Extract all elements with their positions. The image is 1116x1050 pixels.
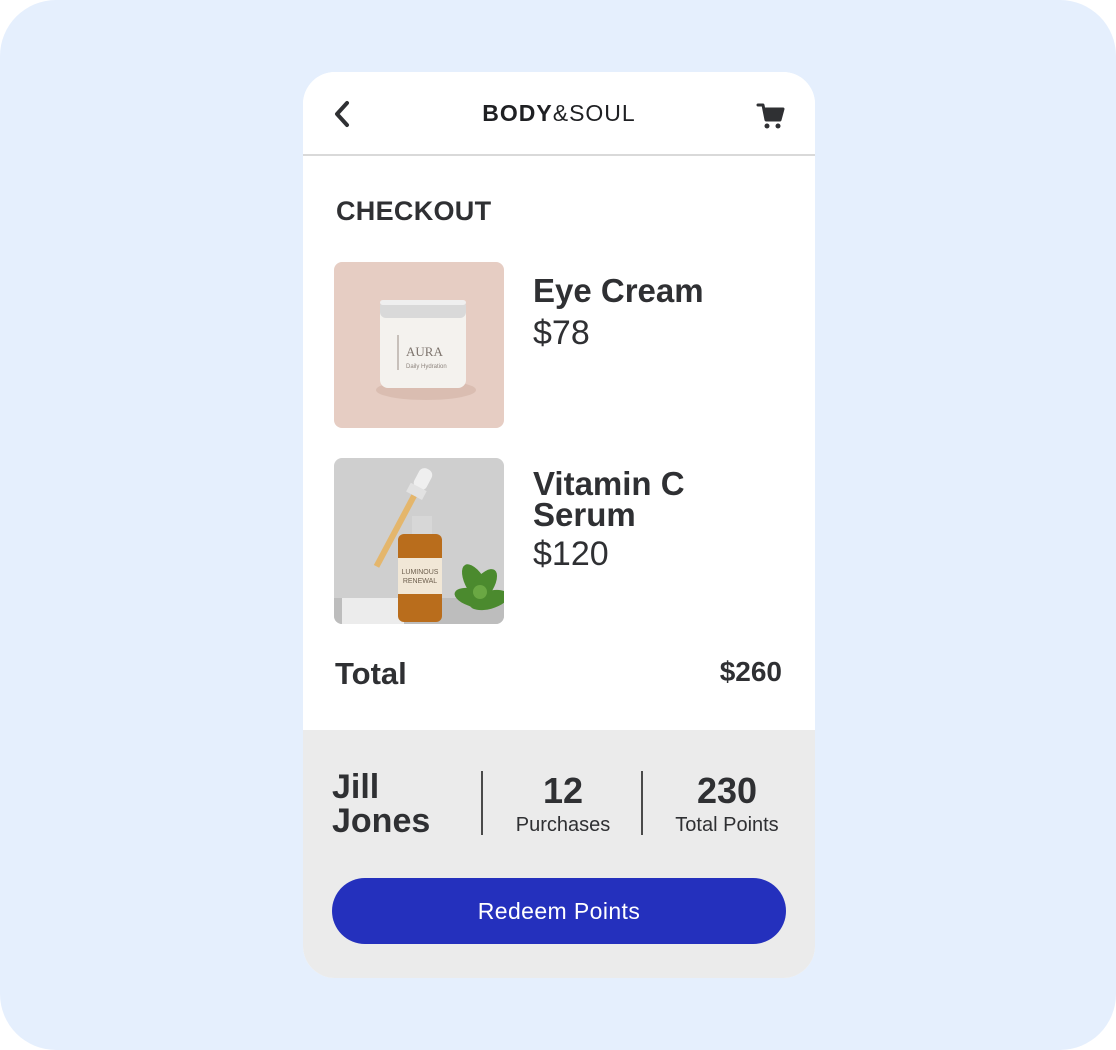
eye-cream-image[interactable]: AURA Daily Hydration	[334, 262, 504, 428]
user-name: Jill Jones	[332, 768, 431, 840]
item-price-eye-cream: $78	[533, 314, 590, 352]
brand-logo-light: &SOUL	[552, 100, 636, 126]
bottle-label-2: RENEWAL	[403, 578, 437, 585]
item-price-vitamin-c-serum: $120	[533, 535, 609, 573]
stat-divider	[481, 771, 483, 835]
purchases-count: 12	[542, 770, 584, 811]
item-name-vitamin-c-serum[interactable]: Vitamin C Serum	[533, 467, 793, 531]
points-stat: 230 Total Points	[644, 772, 810, 837]
total-label: Total	[335, 656, 407, 691]
purchases-stat: 12 Purchases	[484, 772, 642, 837]
redeem-points-button[interactable]: Redeem Points	[332, 878, 786, 944]
purchases-label: Purchases	[515, 814, 611, 836]
points-count: 230	[696, 770, 758, 811]
points-label: Total Points	[675, 814, 779, 836]
shopping-cart-icon	[756, 103, 785, 129]
item-name-eye-cream[interactable]: Eye Cream	[533, 274, 793, 307]
checkout-title: CHECKOUT	[336, 196, 492, 226]
brand-logo-bold: BODY	[482, 100, 553, 126]
total-value: $260	[719, 656, 782, 687]
cart-button[interactable]	[755, 100, 787, 132]
bottle-label-1: LUMINOUS	[402, 569, 439, 576]
app-header: BODY&SOUL	[303, 72, 815, 156]
rewards-panel: Jill Jones 12 Purchases 230 Total Points…	[303, 730, 815, 978]
brand-logo: BODY&SOUL	[303, 100, 815, 127]
mobile-screen: BODY&SOUL CHECKOUT AURA Daily Hydration …	[303, 72, 815, 978]
stat-divider	[641, 771, 643, 835]
vitamin-c-serum-image[interactable]: LUMINOUS RENEWAL	[334, 458, 504, 624]
jar-label-sub: Daily Hydration	[406, 364, 447, 370]
jar-label-brand: AURA	[406, 344, 443, 359]
